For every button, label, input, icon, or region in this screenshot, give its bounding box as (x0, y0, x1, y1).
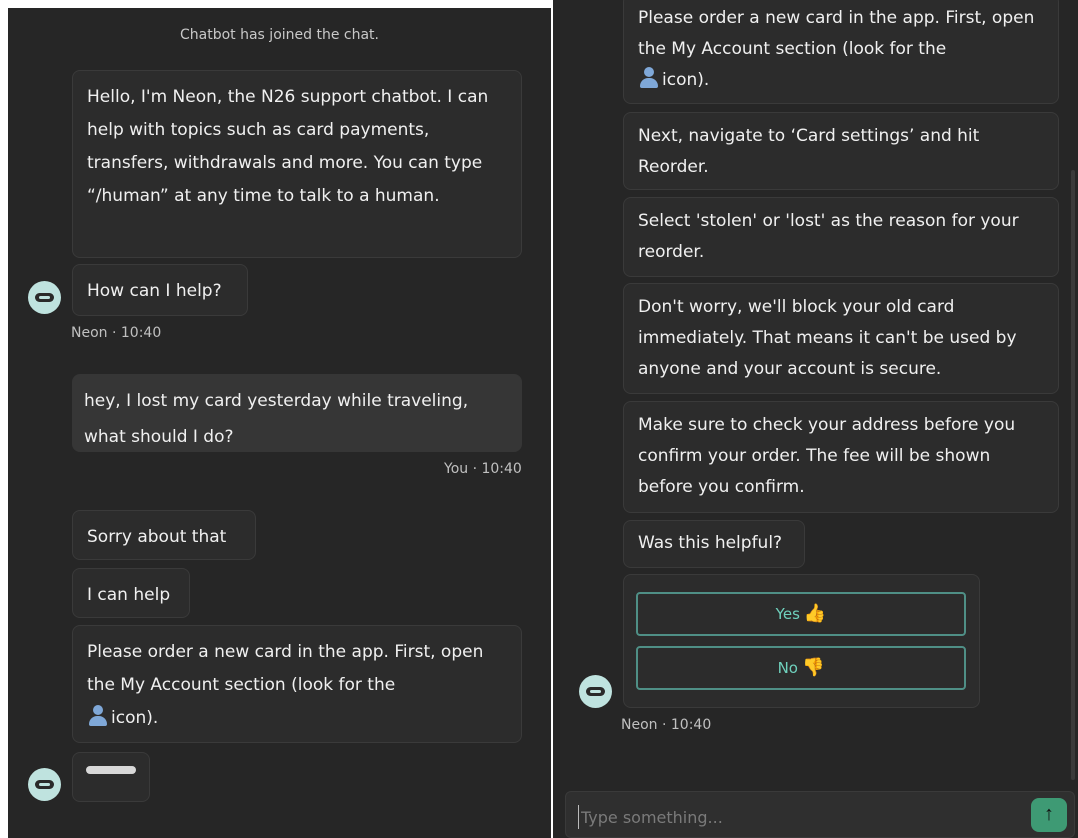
message-composer: ↑ (565, 791, 1075, 838)
typing-indicator (72, 752, 150, 802)
yes-button[interactable]: Yes 👍 (636, 592, 966, 636)
bot-message-make-sure: Make sure to check your address before y… (623, 401, 1059, 513)
bot-message-next-step: Next, navigate to ‘Card settings’ and hi… (623, 112, 1059, 190)
bot-message-select-reason: Select 'stolen' or 'lost' as the reason … (623, 197, 1059, 277)
system-note: Chatbot has joined the chat. (180, 27, 379, 43)
bot-message-dont-worry: Don't worry, we'll block your old card i… (623, 283, 1059, 394)
user-meta: You · 10:40 (444, 461, 522, 477)
yes-label: Yes (775, 605, 800, 623)
bot-meta: Neon · 10:40 (71, 325, 162, 341)
message-input[interactable] (578, 805, 1018, 829)
user-message: hey, I lost my card yesterday while trav… (72, 374, 522, 452)
bot-message-can-help: I can help (72, 568, 190, 618)
bot-avatar-icon (28, 281, 61, 314)
bot-avatar-icon (28, 768, 61, 801)
send-button[interactable]: ↑ (1031, 798, 1067, 832)
bot-message-how-help: How can I help? (72, 264, 248, 316)
chat-panel-left: Chatbot has joined the chat. Hello, I'm … (8, 8, 551, 838)
arrow-up-icon: ↑ (1044, 803, 1054, 825)
bot-meta: Neon · 10:40 (621, 717, 712, 733)
no-button[interactable]: No 👎 (636, 646, 966, 690)
bot-avatar-icon (579, 675, 612, 708)
message-text-tail: icon). (111, 708, 159, 728)
typing-dot-icon (128, 766, 136, 774)
typing-dots-icon (86, 766, 134, 774)
bot-message-sorry: Sorry about that (72, 510, 256, 560)
message-text-tail: icon). (662, 70, 710, 90)
bot-message-order-card: Please order a new card in the app. Firs… (72, 625, 522, 743)
thumbs-down-icon: 👎 (801, 657, 825, 678)
chat-panel-right: Please order a new card in the app. Firs… (553, 0, 1078, 838)
message-text: Please order a new card in the app. Firs… (638, 8, 1035, 59)
thumbs-up-icon: 👍 (803, 603, 827, 624)
bot-message-greeting: Hello, I'm Neon, the N26 support chatbot… (72, 70, 522, 258)
person-icon (87, 704, 109, 726)
person-icon (638, 66, 660, 88)
no-label: No (777, 659, 798, 677)
bot-message-was-helpful: Was this helpful? (623, 520, 805, 568)
message-text: Please order a new card in the app. Firs… (87, 642, 484, 695)
bot-message-order-card: Please order a new card in the app. Firs… (623, 0, 1059, 104)
scrollbar[interactable] (1071, 170, 1075, 780)
